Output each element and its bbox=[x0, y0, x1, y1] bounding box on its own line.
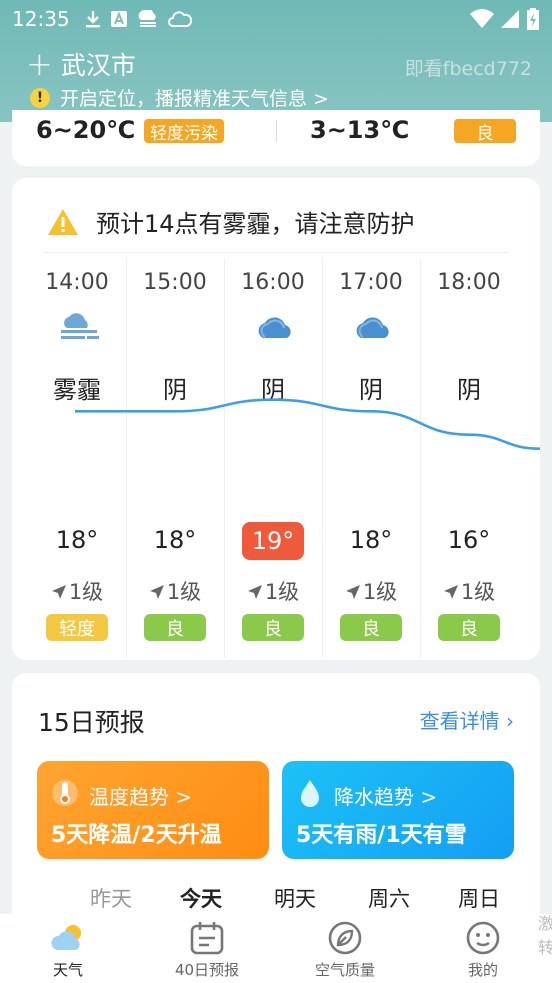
hour-aqi-badge: 轻度 bbox=[46, 614, 108, 641]
hour-wind: 1级 bbox=[224, 576, 322, 606]
forecast-title: 15日预报 bbox=[38, 708, 145, 737]
hour-temp: 18° bbox=[349, 526, 393, 554]
cloud-outline-icon bbox=[167, 11, 192, 27]
nav-weather[interactable]: 天气 bbox=[18, 914, 118, 983]
today-summary-card[interactable]: 6~20℃ 轻度污染 3~13℃ 良 bbox=[12, 110, 540, 166]
hour-aqi-badge: 良 bbox=[340, 614, 402, 641]
today-temp: 6~20℃ bbox=[36, 116, 136, 144]
profile-icon bbox=[466, 921, 500, 955]
nav-profile-label: 我的 bbox=[467, 961, 498, 979]
haze-alert: 预计14点有雾霾，请注意防护 bbox=[46, 204, 415, 239]
wind-level: 1级 bbox=[362, 580, 398, 604]
wind-direction-icon bbox=[149, 585, 164, 599]
nav-weather-label: 天气 bbox=[52, 961, 83, 979]
tomorrow-aqi-badge: 良 bbox=[454, 119, 516, 144]
hour-temp-max: 19° bbox=[242, 522, 304, 560]
divider bbox=[276, 120, 277, 142]
download-icon bbox=[85, 11, 100, 28]
day-tabs: 昨天 今天 明天 周六 周日 bbox=[58, 883, 540, 913]
city-name: 武汉市 bbox=[60, 51, 136, 80]
view-details-label: 查看详情 bbox=[419, 709, 500, 733]
status-right-icons bbox=[470, 6, 540, 32]
status-icons bbox=[84, 9, 192, 29]
hour-aqi-badge: 良 bbox=[242, 614, 304, 641]
temperature-curve-line bbox=[75, 398, 540, 450]
wind-level: 1级 bbox=[68, 580, 104, 604]
nav-40-day[interactable]: 40日预报 bbox=[157, 914, 257, 983]
hour-temp: 16° bbox=[447, 526, 491, 554]
water-drop-icon bbox=[301, 780, 319, 807]
signal-icon bbox=[501, 10, 519, 28]
watermark-text: 即看fbecd772 bbox=[404, 58, 532, 80]
day-tab[interactable]: 今天 bbox=[180, 883, 222, 913]
precipitation-trend-label: 降水趋势 > bbox=[334, 785, 438, 809]
weather-icon bbox=[51, 925, 81, 950]
nav-profile[interactable]: 我的 bbox=[433, 914, 533, 983]
alert-text: 预计14点有雾霾，请注意防护 bbox=[96, 210, 415, 238]
a-box-icon bbox=[110, 11, 127, 27]
wind-level: 1级 bbox=[460, 580, 496, 604]
nav-air-quality-label: 空气质量 bbox=[314, 961, 375, 979]
precipitation-trend-button[interactable]: 降水趋势 > 5天有雨/1天有雪 bbox=[282, 761, 514, 859]
status-bar: 12:35 bbox=[12, 6, 540, 32]
calendar-icon bbox=[190, 922, 224, 955]
temperature-trend-value: 5天降温/2天升温 bbox=[51, 823, 222, 848]
bottom-navigation: 天气 40日预报 空气质量 我的 bbox=[0, 914, 552, 983]
overflow-text: 激转 bbox=[538, 914, 552, 957]
temperature-curve bbox=[75, 398, 540, 450]
warning-triangle-icon bbox=[48, 208, 78, 235]
haze-icon bbox=[59, 310, 101, 344]
battery-charging-icon bbox=[527, 8, 539, 30]
city-selector[interactable]: + 武汉市 bbox=[26, 46, 136, 82]
day-tab[interactable]: 明天 bbox=[274, 883, 316, 913]
hour-wind: 1级 bbox=[322, 576, 420, 606]
nav-air-quality[interactable]: 空气质量 bbox=[295, 914, 395, 983]
hour-time: 15:00 bbox=[143, 270, 207, 295]
hour-aqi-badge: 良 bbox=[438, 614, 500, 641]
hour-aqi-badge: 良 bbox=[144, 614, 206, 641]
hour-wind: 1级 bbox=[28, 576, 126, 606]
hour-wind: 1级 bbox=[126, 576, 224, 606]
wind-level: 1级 bbox=[264, 580, 300, 604]
hour-time: 14:00 bbox=[45, 270, 109, 295]
wifi-icon bbox=[470, 9, 494, 28]
hour-time: 16:00 bbox=[241, 270, 305, 295]
wind-direction-icon bbox=[443, 585, 458, 599]
precipitation-trend-value: 5天有雨/1天有雪 bbox=[296, 823, 467, 848]
location-prompt[interactable]: ! 开启定位，播报精准天气信息 > bbox=[30, 84, 329, 111]
wind-level: 1级 bbox=[166, 580, 202, 604]
hour-time: 17:00 bbox=[339, 270, 403, 295]
cloud-rain-icon bbox=[138, 10, 156, 27]
view-details-link[interactable]: 查看详情 › bbox=[420, 705, 514, 734]
hour-temp: 18° bbox=[55, 526, 99, 554]
leaf-icon bbox=[328, 921, 362, 955]
hourly-forecast-card: 预计14点有雾霾，请注意防护 14:00 雾霾 18° 1级 轻度 15:00 阴 18° 1级… bbox=[12, 178, 540, 660]
wind-direction-icon bbox=[247, 585, 262, 599]
temperature-trend-label: 温度趋势 > bbox=[89, 785, 193, 809]
divider bbox=[44, 252, 508, 253]
warning-icon: ! bbox=[30, 87, 50, 108]
wind-direction-icon bbox=[345, 585, 360, 599]
status-time: 12:35 bbox=[12, 7, 70, 31]
nav-40-day-label: 40日预报 bbox=[174, 961, 240, 979]
thermometer-icon bbox=[52, 780, 78, 806]
add-city-icon[interactable]: + bbox=[26, 48, 53, 80]
day-tab[interactable]: 昨天 bbox=[90, 883, 132, 913]
hour-time: 18:00 bbox=[437, 270, 501, 295]
location-prompt-text: 开启定位，播报精准天气信息 > bbox=[60, 88, 329, 110]
hour-temp: 18° bbox=[153, 526, 197, 554]
overcast-icon bbox=[353, 310, 395, 344]
today-aqi-badge: 轻度污染 bbox=[144, 119, 224, 144]
weather-icon-placeholder bbox=[451, 310, 493, 344]
day-tab[interactable]: 周六 bbox=[368, 883, 410, 913]
city-header: + 武汉市 即看fbecd772 bbox=[26, 46, 536, 86]
hour-wind: 1级 bbox=[420, 576, 518, 606]
tomorrow-temp: 3~13℃ bbox=[310, 116, 410, 144]
weather-icon-placeholder bbox=[157, 310, 199, 344]
temperature-trend-button[interactable]: 温度趋势 > 5天降温/2天升温 bbox=[37, 761, 269, 859]
wind-direction-icon bbox=[51, 585, 66, 599]
day-tab[interactable]: 周日 bbox=[458, 883, 500, 913]
overcast-icon bbox=[255, 310, 297, 344]
